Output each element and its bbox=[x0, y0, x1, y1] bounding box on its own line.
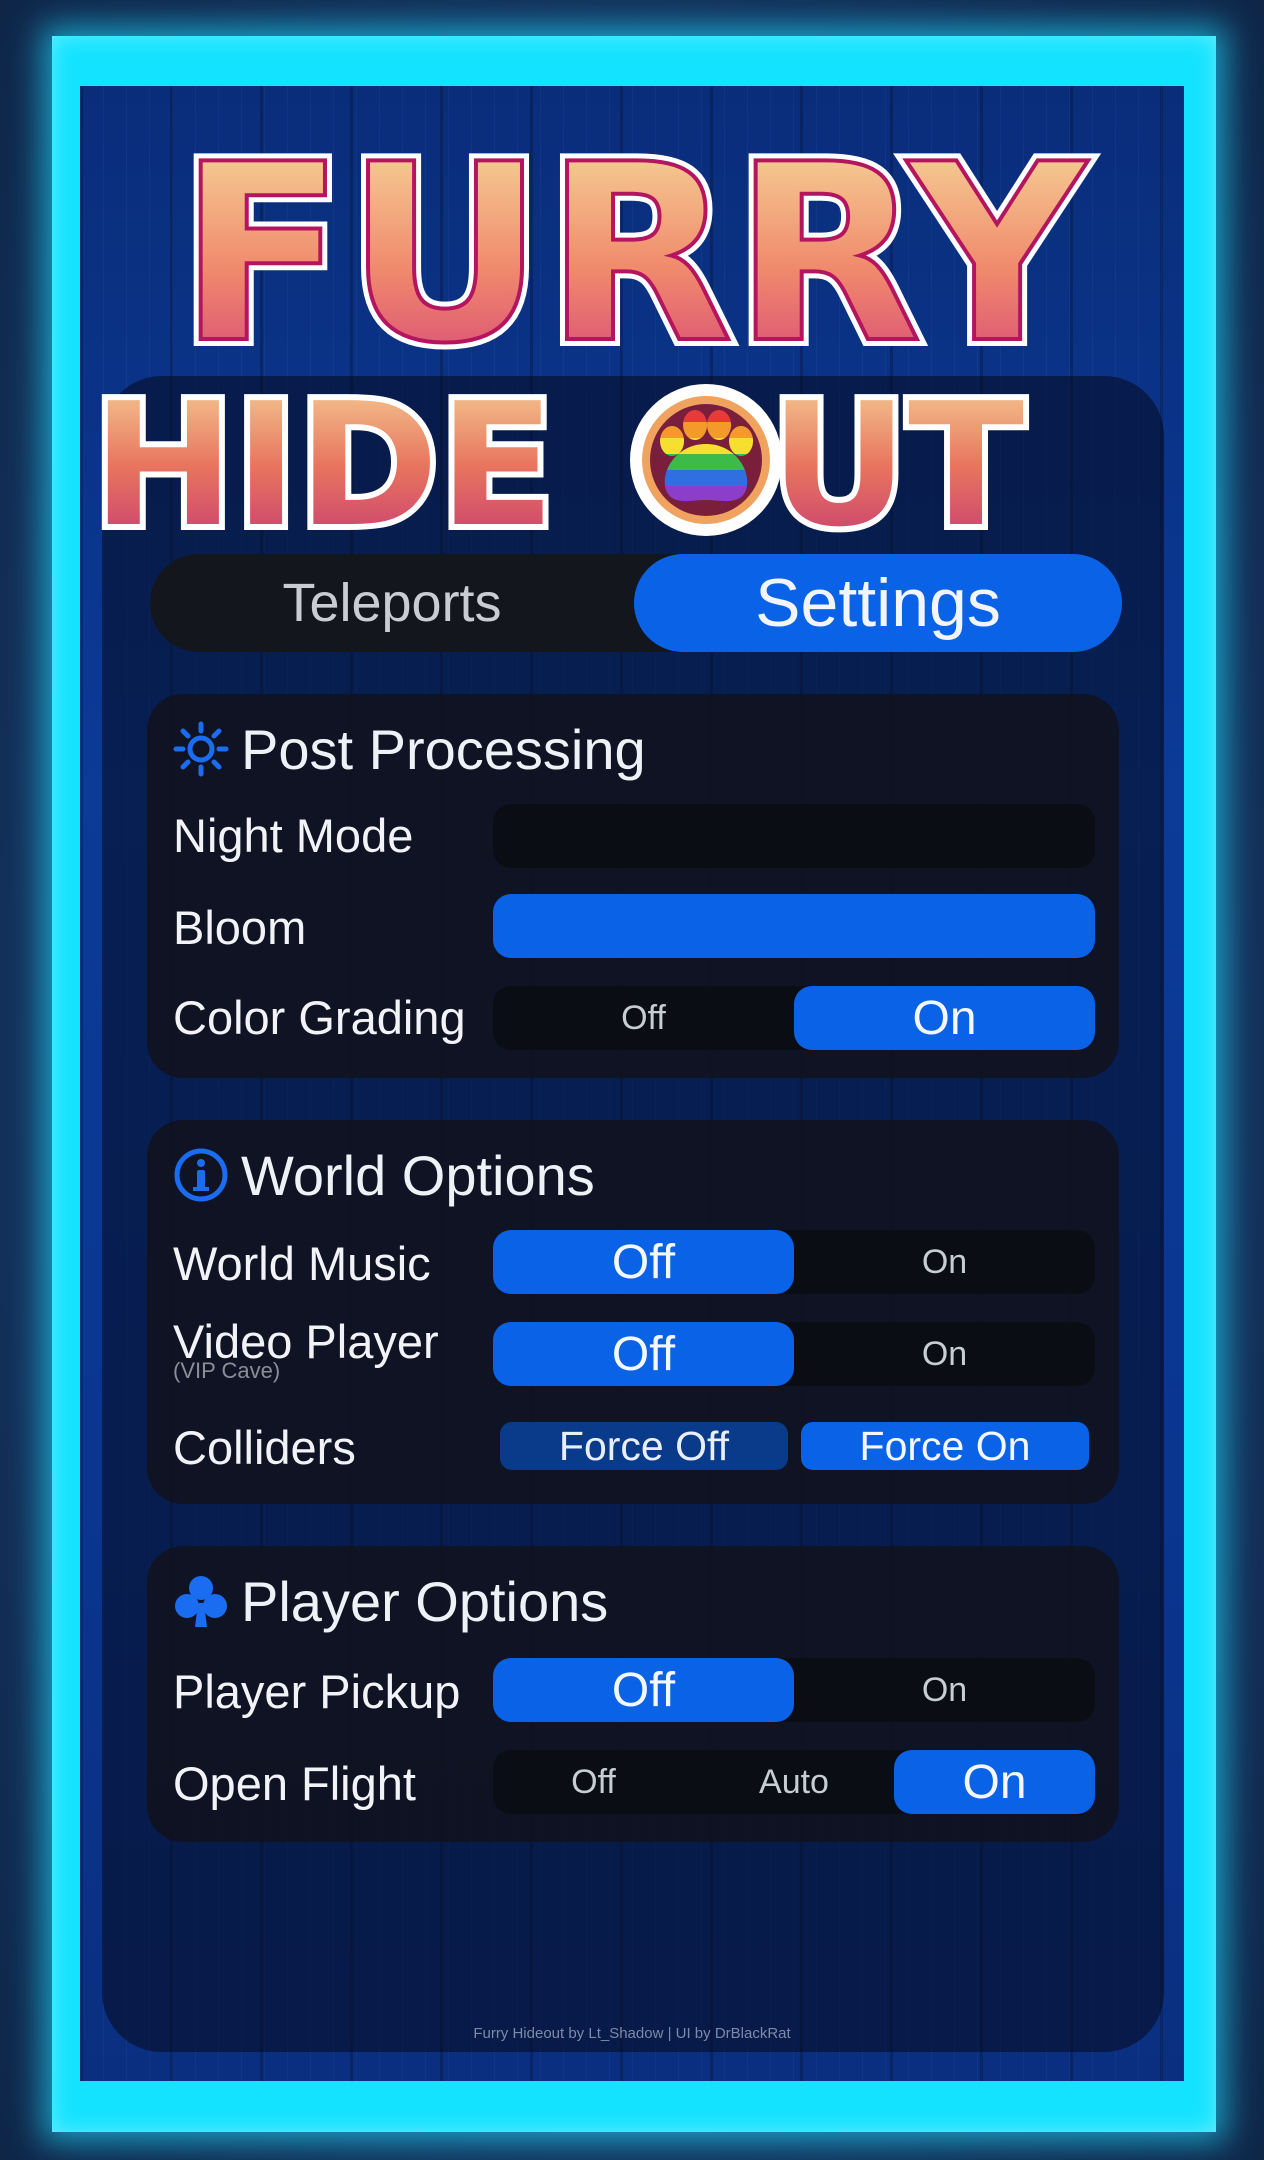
open-flight-off-button[interactable]: Off bbox=[493, 1750, 694, 1814]
post-processing-heading: Post Processing bbox=[173, 714, 646, 784]
open-flight-auto-button[interactable]: Auto bbox=[694, 1750, 894, 1814]
player-pickup-off-button[interactable]: Off bbox=[493, 1658, 794, 1722]
player-options-title: Player Options bbox=[241, 1569, 609, 1633]
color-grading-toggle: Off On bbox=[493, 986, 1095, 1050]
video-player-sublabel: (VIP Cave) bbox=[173, 1358, 281, 1383]
night-mode-label: Night Mode bbox=[173, 809, 414, 862]
world-options-heading: World Options bbox=[173, 1140, 595, 1210]
player-pickup-on-button[interactable]: On bbox=[794, 1658, 1095, 1722]
world-music-on-button[interactable]: On bbox=[794, 1230, 1095, 1294]
player-pickup-label: Player Pickup bbox=[173, 1665, 461, 1718]
rainbow-paw-icon bbox=[630, 384, 782, 536]
player-pickup-toggle: Off On bbox=[493, 1658, 1095, 1722]
night-mode-slider[interactable] bbox=[493, 804, 1095, 868]
color-grading-label: Color Grading bbox=[173, 991, 466, 1044]
bloom-slider-fill bbox=[493, 894, 1095, 958]
tab-teleports[interactable]: Teleports bbox=[150, 554, 634, 652]
tab-settings[interactable]: Settings bbox=[634, 554, 1122, 652]
logo-line1-outline: FURRY bbox=[178, 112, 1088, 397]
logo-line2-ut: UT bbox=[770, 367, 1024, 544]
post-processing-title: Post Processing bbox=[241, 717, 646, 781]
open-flight-label: Open Flight bbox=[173, 1757, 416, 1810]
world-options-title: World Options bbox=[241, 1143, 595, 1207]
logo-line2-hide: HIDE bbox=[92, 367, 555, 544]
video-player-on-button[interactable]: On bbox=[794, 1322, 1095, 1386]
colliders-force-off-button[interactable]: Force Off bbox=[500, 1422, 788, 1470]
video-player-off-button[interactable]: Off bbox=[493, 1322, 794, 1386]
world-music-off-button[interactable]: Off bbox=[493, 1230, 794, 1294]
world-music-toggle: Off On bbox=[493, 1230, 1095, 1294]
bloom-label: Bloom bbox=[173, 901, 307, 954]
info-icon bbox=[173, 1147, 229, 1203]
tab-bar: Teleports Settings bbox=[150, 554, 1122, 652]
sun-icon bbox=[173, 721, 229, 777]
world-music-label: World Music bbox=[173, 1237, 431, 1290]
open-flight-toggle: Off Auto On bbox=[493, 1750, 1095, 1814]
bloom-slider[interactable] bbox=[493, 894, 1095, 958]
colliders-label: Colliders bbox=[173, 1421, 356, 1474]
open-flight-on-button[interactable]: On bbox=[894, 1750, 1095, 1814]
credits-footer: Furry Hideout by Lt_Shadow | UI by DrBla… bbox=[473, 2025, 791, 2042]
color-grading-off-button[interactable]: Off bbox=[493, 986, 794, 1050]
video-player-toggle: Off On bbox=[493, 1322, 1095, 1386]
world-options-section: World Options World Music Off On Video P… bbox=[147, 1120, 1119, 1504]
club-icon bbox=[173, 1573, 229, 1629]
player-options-heading: Player Options bbox=[173, 1566, 608, 1636]
furry-hideout-logo: FURRY FURRY HIDE UT bbox=[0, 84, 1264, 544]
colliders-force-on-button[interactable]: Force On bbox=[801, 1422, 1089, 1470]
color-grading-on-button[interactable]: On bbox=[794, 986, 1095, 1050]
player-options-section: Player Options Player Pickup Off On Open… bbox=[147, 1546, 1119, 1842]
post-processing-section: Post Processing Night Mode Bloom Color G… bbox=[147, 694, 1119, 1078]
